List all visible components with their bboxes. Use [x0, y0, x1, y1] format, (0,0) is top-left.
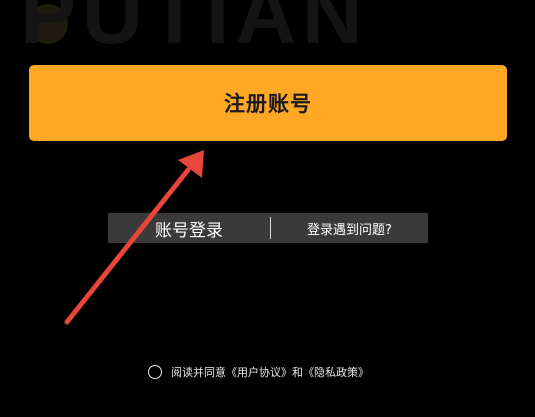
user-agreement-link[interactable]: 《用户协议》: [226, 364, 292, 380]
app-screen: PUTIAN 注册账号 账号登录 登录遇到问题? 阅读并同意 《用户协议》 和 …: [0, 0, 535, 417]
background-logo-text: PUTIAN: [20, 0, 369, 61]
agreement-conjunction-text: 和: [292, 366, 303, 379]
agreement-prefix-text: 阅读并同意: [171, 366, 226, 379]
annotation-arrow-overlay: [64, 150, 204, 325]
agree-radio-button[interactable]: [148, 365, 162, 379]
login-options-bar: 账号登录 登录遇到问题?: [108, 213, 428, 243]
account-login-button[interactable]: 账号登录: [108, 213, 270, 243]
annotation-arrow-shaft: [64, 167, 191, 325]
agreement-row: 阅读并同意 《用户协议》 和 《隐私政策》: [148, 362, 369, 382]
privacy-policy-link[interactable]: 《隐私政策》: [303, 364, 369, 380]
register-account-button[interactable]: 注册账号: [29, 65, 507, 141]
annotation-arrow-head: [178, 150, 204, 178]
login-problem-link[interactable]: 登录遇到问题?: [271, 213, 428, 243]
register-account-label: 注册账号: [224, 92, 312, 116]
